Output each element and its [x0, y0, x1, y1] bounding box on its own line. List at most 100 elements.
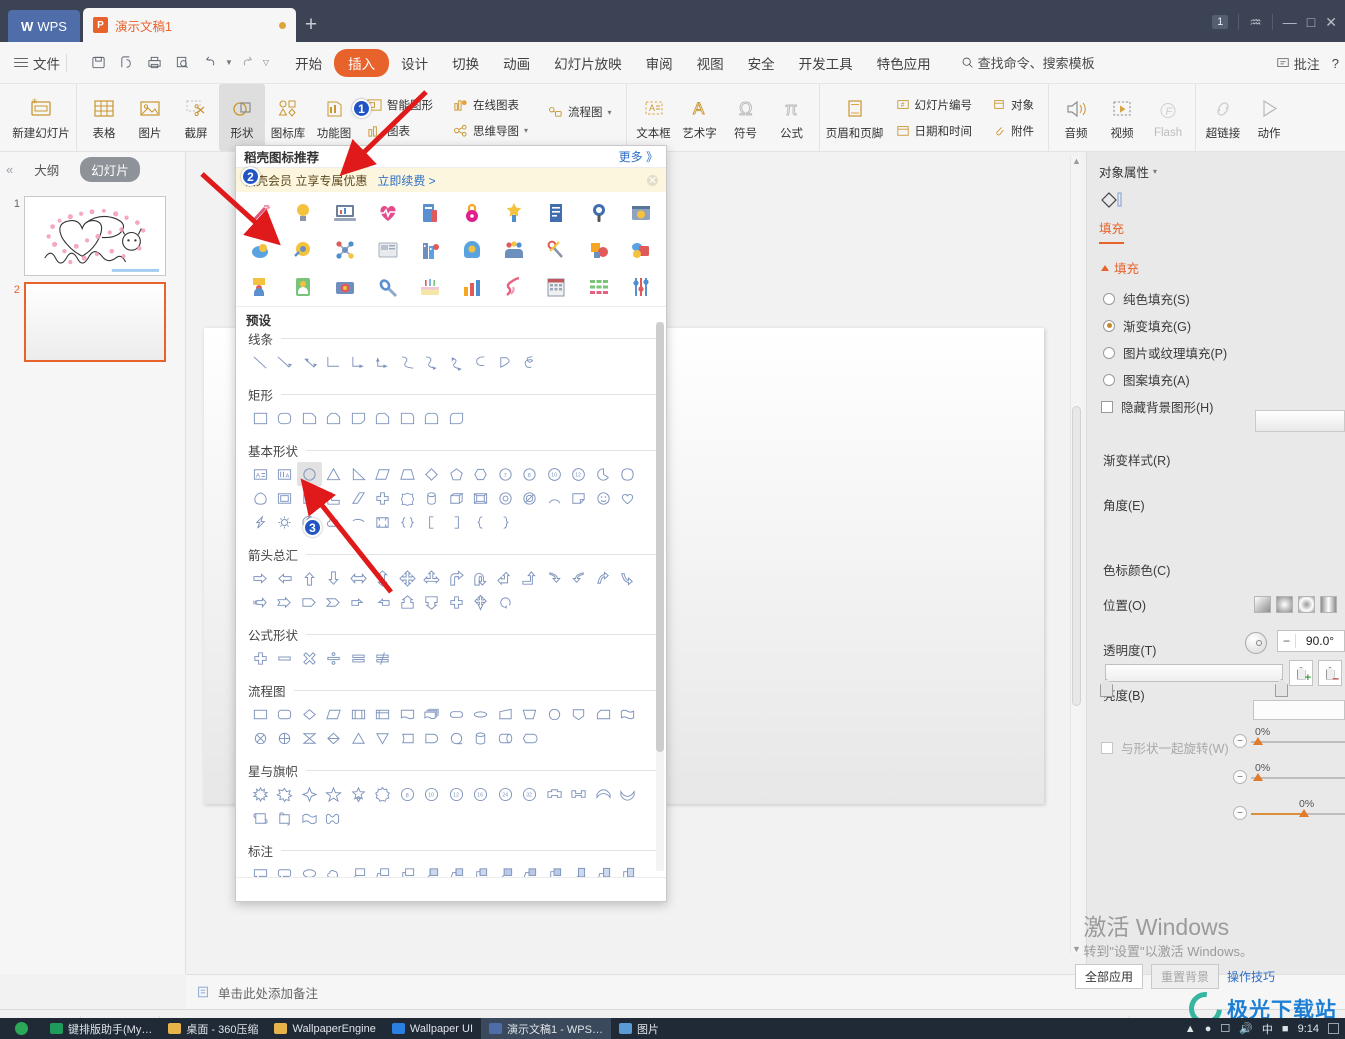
taskbar-item-6[interactable]: 图片	[611, 1018, 667, 1039]
icon-heart-pulse[interactable]	[367, 198, 409, 228]
stop-color-swatch[interactable]	[1253, 700, 1345, 720]
shape-no-symbol[interactable]	[518, 486, 543, 510]
shape-snip-single-corner[interactable]	[297, 406, 322, 430]
shape-flowchart-delay[interactable]	[420, 726, 445, 750]
shape-right-brace[interactable]	[493, 510, 518, 534]
shape-double-brace[interactable]	[395, 510, 420, 534]
radio-picture-fill[interactable]	[1103, 346, 1115, 359]
panel-title[interactable]: 对象属性 ▾	[1087, 152, 1345, 187]
wps-home-button[interactable]: W WPS	[8, 10, 80, 42]
shape-decagon[interactable]: 10	[542, 462, 567, 486]
shape-diagonal-stripe[interactable]	[346, 486, 371, 510]
shape-down-arrow-callout[interactable]	[420, 590, 445, 614]
formula-button[interactable]: π 公式	[769, 84, 815, 151]
chevron-double-left-icon[interactable]: «	[6, 162, 13, 177]
brightness-decrease-button[interactable]: −	[1233, 806, 1247, 820]
shape-line-callout-3-bar[interactable]	[616, 862, 641, 877]
shape-round-diagonal-corner[interactable]	[444, 406, 469, 430]
comment-button[interactable]: 批注	[1276, 54, 1320, 73]
print-preview-icon[interactable]	[169, 50, 195, 76]
shape-flowchart-sequential-access[interactable]	[444, 726, 469, 750]
shape-flowchart-sort[interactable]	[322, 726, 347, 750]
gradient-stops-bar[interactable]	[1100, 664, 1288, 697]
shape-sun[interactable]	[273, 510, 298, 534]
shape-line-callout-1-accent[interactable]	[493, 862, 518, 877]
icon-firework[interactable]	[240, 198, 282, 228]
shape-vertical-scroll[interactable]	[248, 806, 273, 830]
help-button[interactable]: ?	[1332, 56, 1339, 71]
shape-cloud[interactable]	[322, 510, 347, 534]
picture-button[interactable]: 图片	[127, 84, 173, 151]
document-tab[interactable]: P 演示文稿1	[83, 8, 296, 42]
shape-left-right-up-arrow[interactable]	[420, 566, 445, 590]
shape-flowchart-data[interactable]	[322, 702, 347, 726]
shape-notched-right-arrow[interactable]	[273, 590, 298, 614]
shape-round-single-corner[interactable]	[395, 406, 420, 430]
tab-donghua[interactable]: 动画	[491, 49, 542, 77]
tab-anquan[interactable]: 安全	[736, 49, 787, 77]
shape-flowchart-display[interactable]	[518, 726, 543, 750]
shape-frame[interactable]	[273, 486, 298, 510]
icon-award-medal[interactable]	[493, 198, 535, 228]
skin-shirt-icon[interactable]: ♒	[1249, 14, 1262, 31]
scrollbar-thumb[interactable]	[1072, 406, 1081, 706]
taskbar-item-1[interactable]: 键排版助手(My…	[42, 1018, 160, 1039]
chevron-down-icon[interactable]: ▾	[608, 108, 612, 117]
shape-teardrop[interactable]	[616, 462, 641, 486]
shape-curved-down-arrow[interactable]	[616, 566, 641, 590]
notification-center-icon[interactable]	[1328, 1023, 1339, 1034]
shape-rectangle[interactable]	[248, 406, 273, 430]
chart-button[interactable]: 图表	[362, 120, 438, 142]
icon-lock[interactable]	[451, 198, 493, 228]
slide-thumbnail-2[interactable]	[24, 282, 166, 362]
canvas-vertical-scrollbar[interactable]: ▲ ▼	[1070, 156, 1082, 954]
shape-curved-left-arrow[interactable]	[567, 566, 592, 590]
date-time-button[interactable]: 日期和时间	[891, 120, 978, 142]
position-slider-track[interactable]	[1251, 741, 1345, 743]
position-slider[interactable]: − 0%	[1233, 726, 1345, 752]
pane-tab-slides[interactable]: 幻灯片	[80, 156, 140, 182]
shape-flowchart-off-page-connector[interactable]	[567, 702, 592, 726]
taskbar-item-5[interactable]: 演示文稿1 - WPS…	[481, 1018, 611, 1039]
shape-trapezoid[interactable]	[395, 462, 420, 486]
shape-elbow-double-arrow[interactable]	[371, 350, 396, 374]
apply-all-button[interactable]: 全部应用	[1074, 964, 1143, 989]
tab-kaishi[interactable]: 开始	[283, 49, 334, 77]
icon-pink-wave[interactable]	[493, 272, 535, 302]
icon-person-sign[interactable]	[240, 272, 282, 302]
icon-document-blue[interactable]	[535, 198, 577, 228]
more-icons-link[interactable]: 更多 》	[619, 148, 658, 165]
shape-hexagon[interactable]	[469, 462, 494, 486]
shapes-panel-scrollbar[interactable]	[656, 322, 664, 871]
shape-left-brace[interactable]	[469, 510, 494, 534]
undo-icon[interactable]	[197, 50, 223, 76]
gradient-style-linear[interactable]	[1254, 596, 1271, 613]
shape-left-bracket[interactable]	[420, 510, 445, 534]
brightness-slider-track[interactable]	[1251, 813, 1345, 815]
shape-flowchart-decision[interactable]	[297, 702, 322, 726]
save-as-icon[interactable]	[113, 50, 139, 76]
shape-star-12-point[interactable]: 12	[444, 782, 469, 806]
shape-pie[interactable]	[591, 462, 616, 486]
slide-number-button[interactable]: # 幻灯片编号	[891, 94, 978, 116]
shape-flowchart-card[interactable]	[591, 702, 616, 726]
shape-flowchart-process[interactable]	[248, 702, 273, 726]
shape-heptagon[interactable]: 7	[493, 462, 518, 486]
tab-huandengpian-fangying[interactable]: 幻灯片放映	[542, 49, 634, 77]
shape-round-same-side-corner[interactable]	[420, 406, 445, 430]
gradient-style-path[interactable]	[1320, 596, 1337, 613]
flowchart-button[interactable]: 流程图 ▾	[543, 101, 617, 123]
shape-snip-round-corner[interactable]	[371, 406, 396, 430]
window-close-icon[interactable]: ✕	[1325, 14, 1337, 31]
shape-donut[interactable]	[493, 486, 518, 510]
shape-l-shape[interactable]	[322, 486, 347, 510]
shape-snip-diagonal-corner[interactable]	[346, 406, 371, 430]
angle-decrease-button[interactable]: −	[1278, 634, 1296, 648]
shape-multiply-sign[interactable]	[297, 646, 322, 670]
file-menu-button[interactable]: 文件	[14, 53, 60, 73]
shape-lightning-bolt[interactable]	[248, 510, 273, 534]
icon-sliders-control[interactable]	[620, 272, 662, 302]
mindmap-button[interactable]: 思维导图 ▾	[448, 120, 533, 142]
shape-oval[interactable]	[297, 462, 322, 486]
shape-right-bracket[interactable]	[444, 510, 469, 534]
